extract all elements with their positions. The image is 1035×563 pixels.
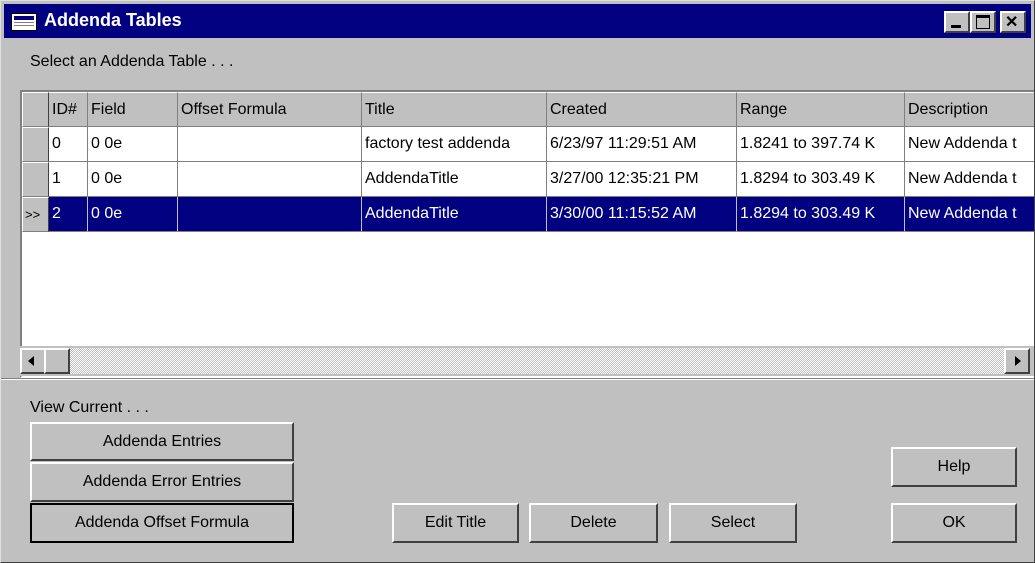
minimize-icon[interactable]: [944, 11, 970, 33]
cell-range[interactable]: 1.8294 to 303.49 K: [737, 197, 905, 232]
column-header-field[interactable]: Field: [88, 92, 178, 127]
addenda-error-entries-button[interactable]: Addenda Error Entries: [30, 462, 294, 502]
cell-title[interactable]: AddendaTitle: [362, 162, 547, 197]
cell-created[interactable]: 3/27/00 12:35:21 PM: [547, 162, 737, 197]
cell-title[interactable]: AddendaTitle: [362, 197, 547, 232]
maximize-icon[interactable]: [970, 11, 996, 33]
addenda-table-grid[interactable]: ID# Field Offset Formula Title Created R…: [20, 90, 1034, 378]
column-header-id[interactable]: ID#: [49, 92, 88, 127]
current-row-marker[interactable]: >>: [22, 197, 49, 232]
scrollbar-thumb[interactable]: [44, 348, 70, 374]
column-header-description[interactable]: Description: [905, 92, 1034, 127]
column-header-title[interactable]: Title: [362, 92, 547, 127]
column-header-range[interactable]: Range: [737, 92, 905, 127]
row-selector[interactable]: [22, 162, 49, 197]
cell-field[interactable]: 0 0e: [88, 162, 178, 197]
cell-offset-formula[interactable]: [178, 197, 362, 232]
column-header-created[interactable]: Created: [547, 92, 737, 127]
cell-title[interactable]: factory test addenda: [362, 127, 547, 162]
cell-description[interactable]: New Addenda t: [905, 197, 1034, 232]
divider: [1, 378, 1034, 380]
cell-description[interactable]: New Addenda t: [905, 127, 1034, 162]
cell-created[interactable]: 3/30/00 11:15:52 AM: [547, 197, 737, 232]
window-title: Addenda Tables: [44, 10, 182, 30]
ok-button[interactable]: OK: [891, 503, 1017, 543]
scroll-right-icon[interactable]: [1004, 348, 1030, 374]
addenda-entries-button[interactable]: Addenda Entries: [30, 422, 294, 461]
addenda-offset-formula-button[interactable]: Addenda Offset Formula: [30, 503, 294, 543]
delete-button[interactable]: Delete: [529, 503, 658, 543]
cell-offset-formula[interactable]: [178, 127, 362, 162]
cell-range[interactable]: 1.8241 to 397.74 K: [737, 127, 905, 162]
cell-id[interactable]: 1: [49, 162, 88, 197]
select-table-prompt: Select an Addenda Table . . .: [30, 53, 234, 70]
scrollbar-track[interactable]: [70, 348, 1004, 374]
help-button[interactable]: Help: [891, 447, 1017, 487]
cell-id[interactable]: 0: [49, 127, 88, 162]
close-icon[interactable]: [1000, 11, 1026, 33]
scroll-left-icon[interactable]: [20, 348, 46, 374]
view-current-label: View Current . . .: [30, 399, 149, 416]
cell-field[interactable]: 0 0e: [88, 127, 178, 162]
cell-created[interactable]: 6/23/97 11:29:51 AM: [547, 127, 737, 162]
row-selector[interactable]: [22, 127, 49, 162]
cell-description[interactable]: New Addenda t: [905, 162, 1034, 197]
column-header-offset-formula[interactable]: Offset Formula: [178, 92, 362, 127]
select-button[interactable]: Select: [669, 503, 797, 543]
title-bar[interactable]: Addenda Tables: [4, 4, 1031, 38]
horizontal-scrollbar[interactable]: [20, 346, 1034, 376]
cell-range[interactable]: 1.8294 to 303.49 K: [737, 162, 905, 197]
cell-id[interactable]: 2: [49, 197, 88, 232]
window-app-icon[interactable]: [11, 13, 37, 31]
addenda-tables-window: Addenda Tables Select an Addenda Table .…: [0, 0, 1035, 563]
corner-header-cell: [22, 92, 49, 127]
edit-title-button[interactable]: Edit Title: [392, 503, 519, 543]
cell-offset-formula[interactable]: [178, 162, 362, 197]
cell-field[interactable]: 0 0e: [88, 197, 178, 232]
